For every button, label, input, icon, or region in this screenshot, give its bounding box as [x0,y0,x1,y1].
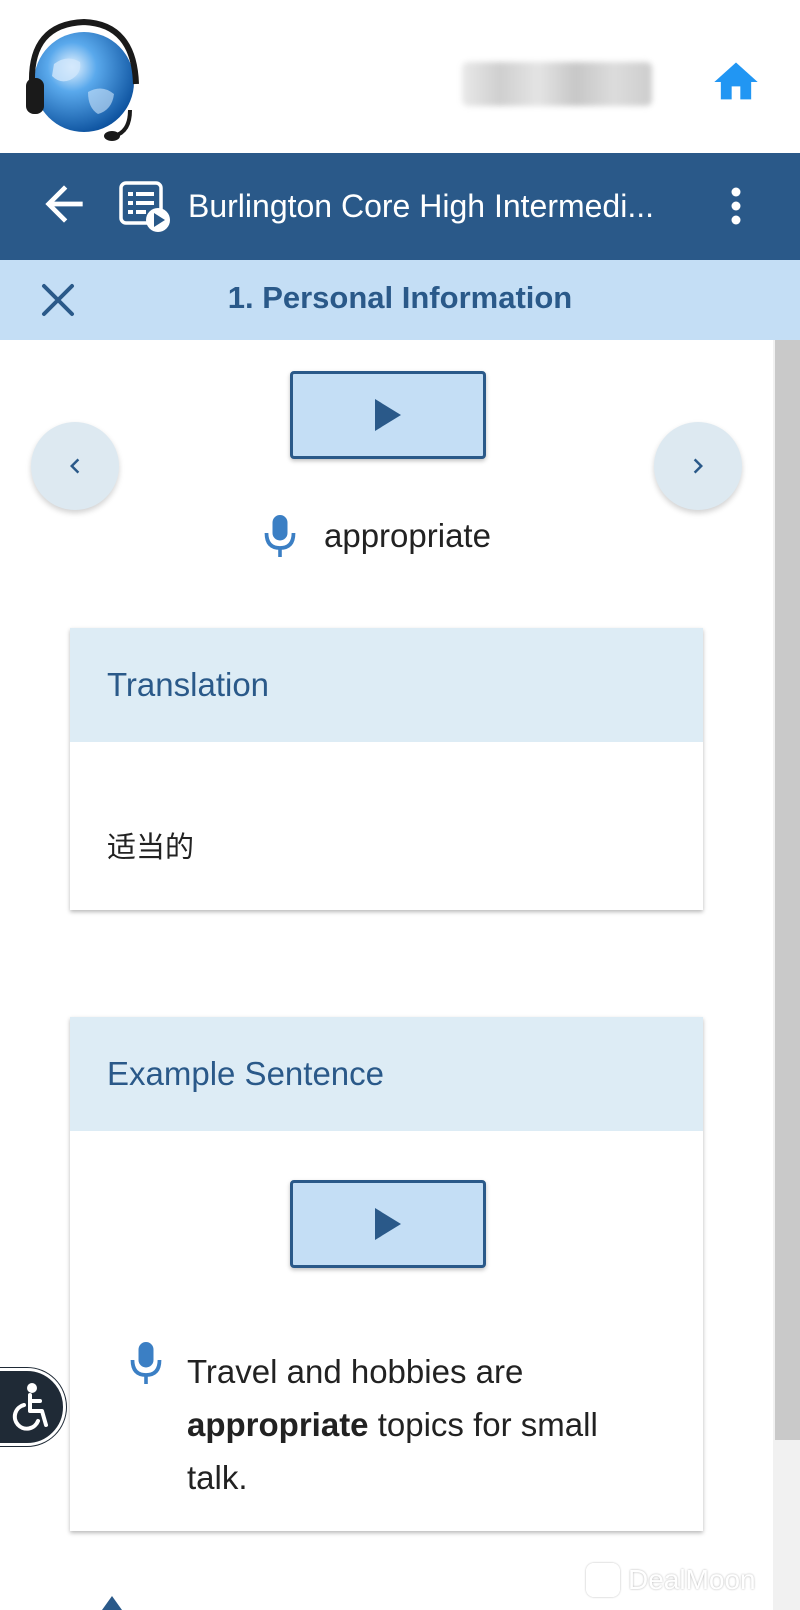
partial-arrow-icon [102,1596,122,1610]
arrow-left-icon[interactable] [36,176,92,232]
translation-card: Translation 适当的 [70,628,703,910]
translation-card-header: Translation [70,628,703,742]
home-icon[interactable] [710,56,762,108]
microphone-icon[interactable] [262,512,298,560]
watermark-text: DealMoon [628,1564,756,1595]
previous-word-button[interactable] [31,422,119,510]
chevron-right-icon [693,458,703,474]
example-sentence-card: Example Sentence Travel and hobbies are … [70,1017,703,1531]
section-title: 1. Personal Information [227,280,573,315]
example-card-header: Example Sentence [70,1017,703,1131]
sentence-audio-play-button[interactable] [290,1180,486,1268]
next-word-button[interactable] [654,422,742,510]
accessibility-icon [12,1383,48,1431]
vocabulary-word: appropriate [324,517,491,554]
vocabulary-word-row: appropriate [262,508,491,564]
example-sentence-start: Travel and hobbies are [187,1353,524,1390]
microphone-icon[interactable] [128,1339,164,1387]
translation-text: 适当的 [107,830,195,864]
chevron-left-icon [70,458,80,474]
play-icon [375,399,401,431]
course-title: Burlington Core High Intermedi... [188,188,654,224]
more-vertical-icon[interactable] [712,182,760,230]
accessibility-button[interactable] [0,1368,66,1446]
close-icon[interactable] [36,278,80,322]
word-audio-play-button[interactable] [290,371,486,459]
example-sentence-highlight: appropriate [187,1406,369,1443]
watermark: DealMoon [586,1562,756,1598]
example-sentence: Travel and hobbies are appropriate topic… [187,1345,657,1504]
play-icon [375,1208,401,1240]
globe-headset-logo [26,18,139,141]
scrollbar-thumb[interactable] [775,340,800,1440]
lesson-playlist-icon [119,181,170,232]
watermark-logo-icon [586,1563,620,1597]
user-name-blurred [462,62,652,106]
